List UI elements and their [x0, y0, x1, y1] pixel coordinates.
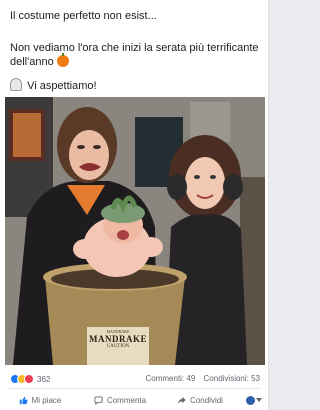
like-button[interactable]: Mi piace	[0, 396, 80, 405]
post-text-line-1: Il costume perfetto non esist...	[10, 10, 157, 22]
post-card: Il costume perfetto non esist... Non ved…	[0, 0, 269, 410]
share-icon	[177, 396, 186, 404]
avatar	[246, 395, 255, 405]
comment-label: Commenta	[106, 395, 147, 405]
shares-count[interactable]: Condivisioni: 53	[204, 374, 260, 383]
comments-count[interactable]: Commenti: 49	[145, 374, 195, 383]
photo-illustration	[5, 97, 265, 365]
pot-label-title: MANDRAKE	[89, 334, 147, 344]
divider	[8, 388, 260, 389]
share-button[interactable]: Condividi	[160, 396, 240, 405]
chevron-down-icon	[256, 398, 262, 402]
action-bar: Mi piace Commenta Condividi	[0, 391, 268, 409]
post-text-line-2a: Non vediamo l'ora che inizi la serata pi…	[10, 42, 259, 54]
post-text-line-3: Vi aspettiamo!	[10, 78, 260, 93]
post-text-line-2b-text: dell'anno	[10, 56, 54, 68]
share-label: Condividi	[190, 395, 223, 405]
love-reaction-icon	[24, 374, 34, 384]
reaction-audience-selector[interactable]	[240, 395, 268, 405]
comment-button[interactable]: Commenta	[80, 396, 160, 405]
reaction-count: 362	[37, 374, 51, 384]
post-photo[interactable]: MANDRAKE MANDRAKE CAUTION	[5, 97, 265, 365]
pot-label: MANDRAKE MANDRAKE CAUTION	[87, 329, 149, 349]
comment-share-counts: Commenti: 49 Condivisioni: 53	[145, 374, 260, 383]
ghost-icon	[10, 78, 22, 91]
post-text-line-2: Non vediamo l'ora che inizi la serata pi…	[10, 41, 260, 69]
reactions[interactable]: 362	[10, 374, 50, 384]
like-label: Mi piace	[31, 395, 62, 405]
post-text-line-3-text: Vi aspettiamo!	[27, 80, 97, 92]
comment-icon	[94, 395, 103, 405]
pot-label-sub: CAUTION	[106, 344, 130, 349]
post-text-line-2b: dell'anno	[10, 53, 260, 69]
engagement-bar: 362 Commenti: 49 Condivisioni: 53	[10, 373, 260, 387]
pumpkin-icon	[56, 53, 69, 67]
like-icon	[19, 396, 28, 404]
